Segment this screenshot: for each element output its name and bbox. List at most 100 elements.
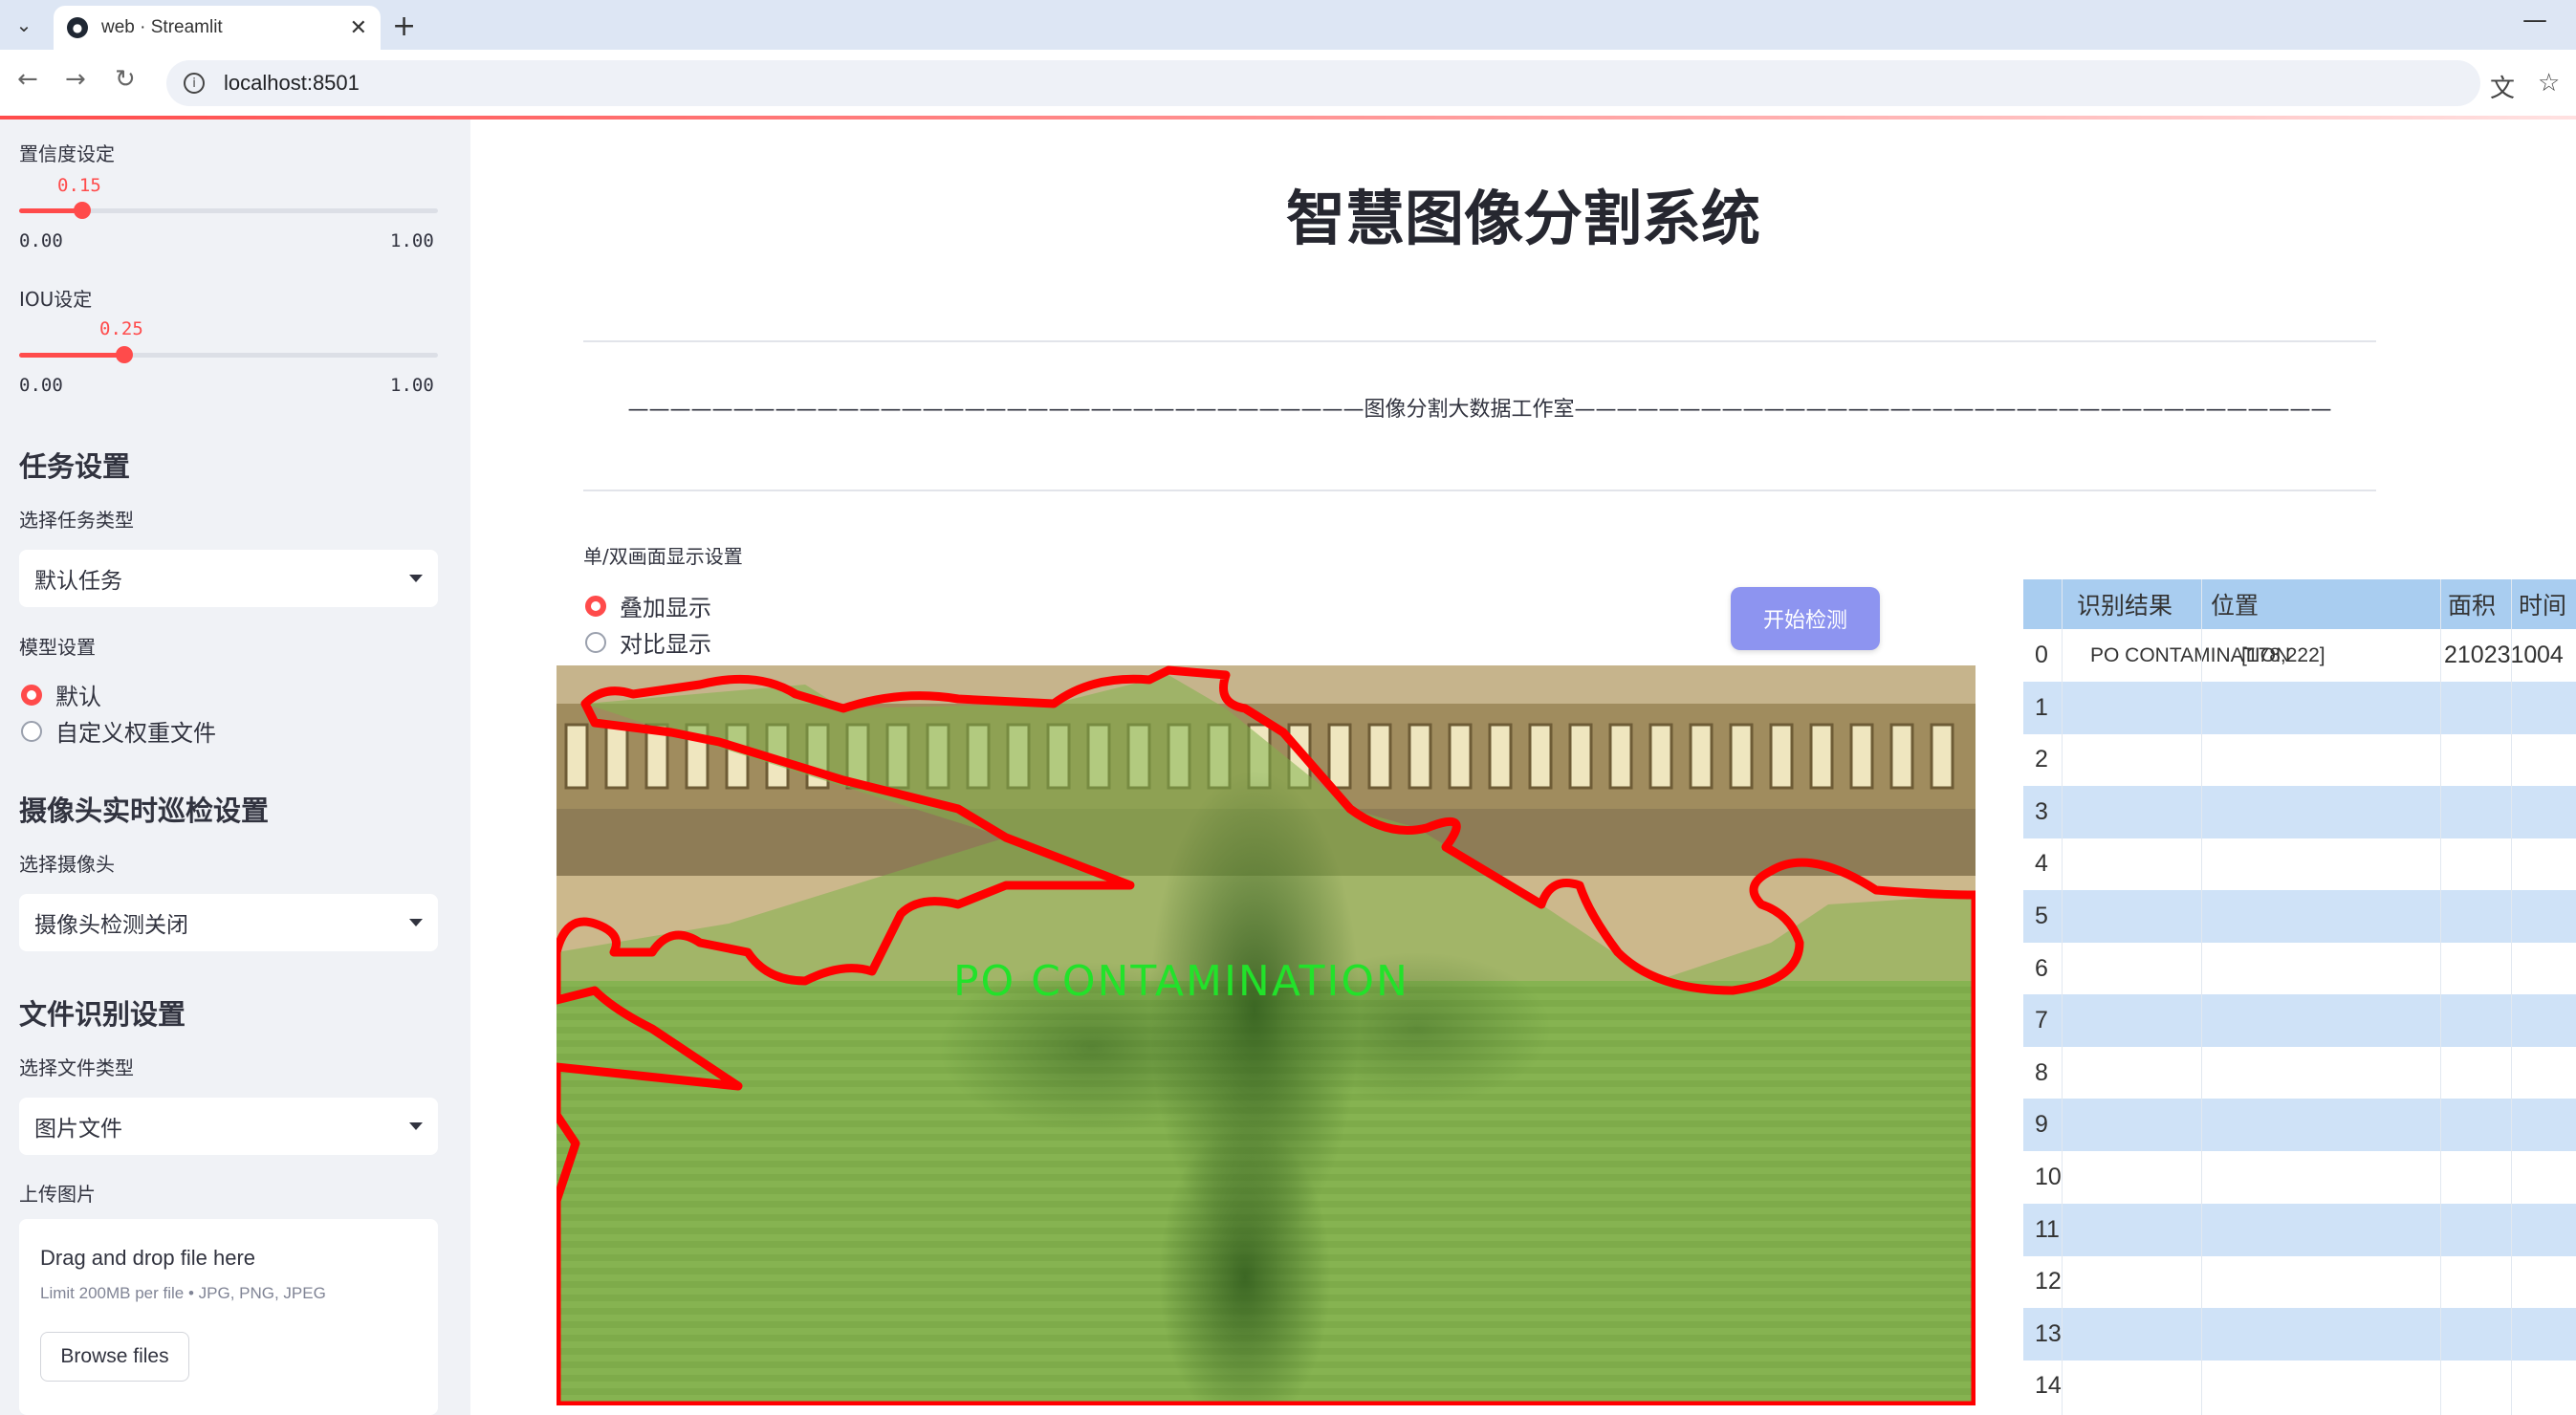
display-radio-compare[interactable]: 对比显示	[585, 625, 711, 659]
segmentation-result-image: PO CONTAMINATION	[557, 665, 1976, 1405]
confidence-value: 0.15	[57, 175, 101, 196]
row-index: 8	[2035, 1058, 2048, 1086]
display-radio-overlay[interactable]: 叠加显示	[585, 589, 711, 622]
row-index: 0	[2035, 642, 2048, 668]
site-info-icon[interactable]: i	[184, 73, 205, 94]
table-row[interactable]: 13	[2023, 1307, 2576, 1361]
url-field[interactable]: i localhost:8501	[166, 60, 2480, 106]
browser-tab-bar: ⌄ ● web · Streamlit ✕ + —	[0, 0, 2576, 50]
table-row[interactable]: 3	[2023, 785, 2576, 838]
confidence-slider[interactable]	[19, 202, 438, 219]
row-index: 4	[2035, 850, 2048, 878]
table-row[interactable]: 11	[2023, 1203, 2576, 1256]
table-row[interactable]: 1	[2023, 681, 2576, 734]
iou-max: 1.00	[390, 375, 434, 396]
file-uploader-dropzone[interactable]: Drag and drop file here Limit 200MB per …	[19, 1219, 438, 1415]
start-detection-button[interactable]: 开始检测	[1731, 587, 1880, 650]
reload-icon[interactable]: ↻	[115, 65, 136, 94]
file-section-header: 文件识别设置	[19, 998, 186, 1031]
cell-area: 2102310	[2444, 642, 2538, 668]
divider-line	[583, 490, 2376, 491]
table-row[interactable]: 7	[2023, 994, 2576, 1048]
browse-files-button[interactable]: Browse files	[40, 1332, 189, 1382]
divider-line	[583, 340, 2376, 342]
row-index: 5	[2035, 903, 2048, 929]
table-row[interactable]: 12	[2023, 1255, 2576, 1308]
iou-slider-thumb[interactable]	[115, 346, 133, 363]
task-section-header: 任务设置	[19, 450, 131, 483]
iou-value: 0.25	[99, 318, 143, 339]
url-text: localhost:8501	[224, 71, 360, 95]
table-row[interactable]: 8	[2023, 1047, 2576, 1099]
radio-unselected-icon	[21, 720, 42, 742]
cell-time: .04	[2530, 642, 2564, 668]
column-separator	[2201, 579, 2202, 1415]
row-index: 7	[2035, 1007, 2048, 1034]
column-header-area[interactable]: 面积	[2448, 579, 2496, 629]
file-type-select[interactable]: 图片文件	[19, 1098, 438, 1155]
window-minimize-icon[interactable]: —	[2522, 6, 2547, 34]
table-row[interactable]: 14	[2023, 1360, 2576, 1412]
studio-divider-text: ———————————————————————————————————图像分割大…	[627, 398, 2332, 422]
display-option-label: 叠加显示	[620, 595, 711, 621]
camera-label: 选择摄像头	[19, 853, 115, 876]
task-type-label: 选择任务类型	[19, 509, 134, 532]
display-option-label: 对比显示	[620, 631, 711, 658]
iou-slider[interactable]	[19, 346, 438, 363]
confidence-slider-thumb[interactable]	[73, 202, 91, 219]
bookmark-star-icon[interactable]: ☆	[2538, 69, 2560, 98]
table-row[interactable]: 2	[2023, 733, 2576, 786]
camera-value: 摄像头检测关闭	[34, 913, 188, 938]
confidence-min: 0.00	[19, 230, 63, 251]
forward-arrow-icon[interactable]: →	[65, 65, 86, 94]
table-row[interactable]: 0 PO CONTAMINATION [178,222] 2102310.04	[2023, 629, 2576, 682]
tab-search-chevron-icon[interactable]: ⌄	[8, 10, 40, 40]
iou-slider-fill	[19, 353, 124, 358]
column-separator	[2511, 579, 2512, 1415]
chevron-down-icon	[409, 919, 423, 926]
uploader-title: Drag and drop file here	[40, 1246, 256, 1270]
results-table[interactable]: 识别结果 位置 面积 时间 0 PO CONTAMINATION [178,222]…	[2023, 579, 2576, 1415]
model-radio-custom[interactable]: 自定义权重文件	[21, 714, 216, 748]
back-arrow-icon[interactable]: ←	[17, 65, 38, 94]
row-index: 6	[2035, 954, 2048, 982]
column-header-result[interactable]: 识别结果	[2077, 579, 2172, 629]
tab-close-icon[interactable]: ✕	[350, 16, 367, 40]
camera-select[interactable]: 摄像头检测关闭	[19, 894, 438, 951]
table-row[interactable]: 6	[2023, 943, 2576, 995]
translate-icon[interactable]: 文	[2490, 69, 2515, 104]
confidence-max: 1.00	[390, 230, 434, 251]
model-option-label: 自定义权重文件	[55, 720, 216, 747]
table-header: 识别结果 位置 面积 时间	[2023, 579, 2576, 629]
table-row[interactable]: 4	[2023, 838, 2576, 890]
model-label: 模型设置	[19, 636, 96, 659]
radio-unselected-icon	[585, 631, 606, 653]
row-index: 9	[2035, 1111, 2048, 1139]
column-header-position[interactable]: 位置	[2211, 579, 2259, 629]
row-index: 2	[2035, 746, 2048, 773]
column-separator	[2440, 579, 2441, 1415]
streamlit-favicon-icon: ●	[67, 17, 88, 38]
model-radio-default[interactable]: 默认	[21, 678, 101, 711]
column-header-time[interactable]: 时间	[2519, 579, 2566, 629]
iou-min: 0.00	[19, 375, 63, 396]
table-row[interactable]: 5	[2023, 890, 2576, 943]
task-type-value: 默认任务	[34, 569, 122, 594]
chevron-down-icon	[409, 575, 423, 582]
table-row[interactable]: 9	[2023, 1099, 2576, 1152]
task-type-select[interactable]: 默认任务	[19, 550, 438, 607]
file-type-label: 选择文件类型	[19, 1056, 134, 1079]
browser-tab[interactable]: ● web · Streamlit ✕	[54, 6, 381, 50]
new-tab-plus-icon[interactable]: +	[392, 10, 416, 43]
row-index: 3	[2035, 797, 2048, 825]
radio-selected-icon	[585, 595, 606, 617]
model-option-label: 默认	[55, 684, 101, 710]
confidence-label: 置信度设定	[19, 142, 115, 165]
cell-position: [178,222]	[2241, 643, 2325, 666]
page-title: 智慧图像分割系统	[1285, 184, 1760, 253]
tab-title: web · Streamlit	[101, 17, 223, 37]
display-mode-label: 单/双画面显示设置	[583, 545, 743, 568]
chevron-down-icon	[409, 1122, 423, 1130]
table-row[interactable]: 10	[2023, 1151, 2576, 1204]
row-index: 13	[2035, 1319, 2062, 1347]
